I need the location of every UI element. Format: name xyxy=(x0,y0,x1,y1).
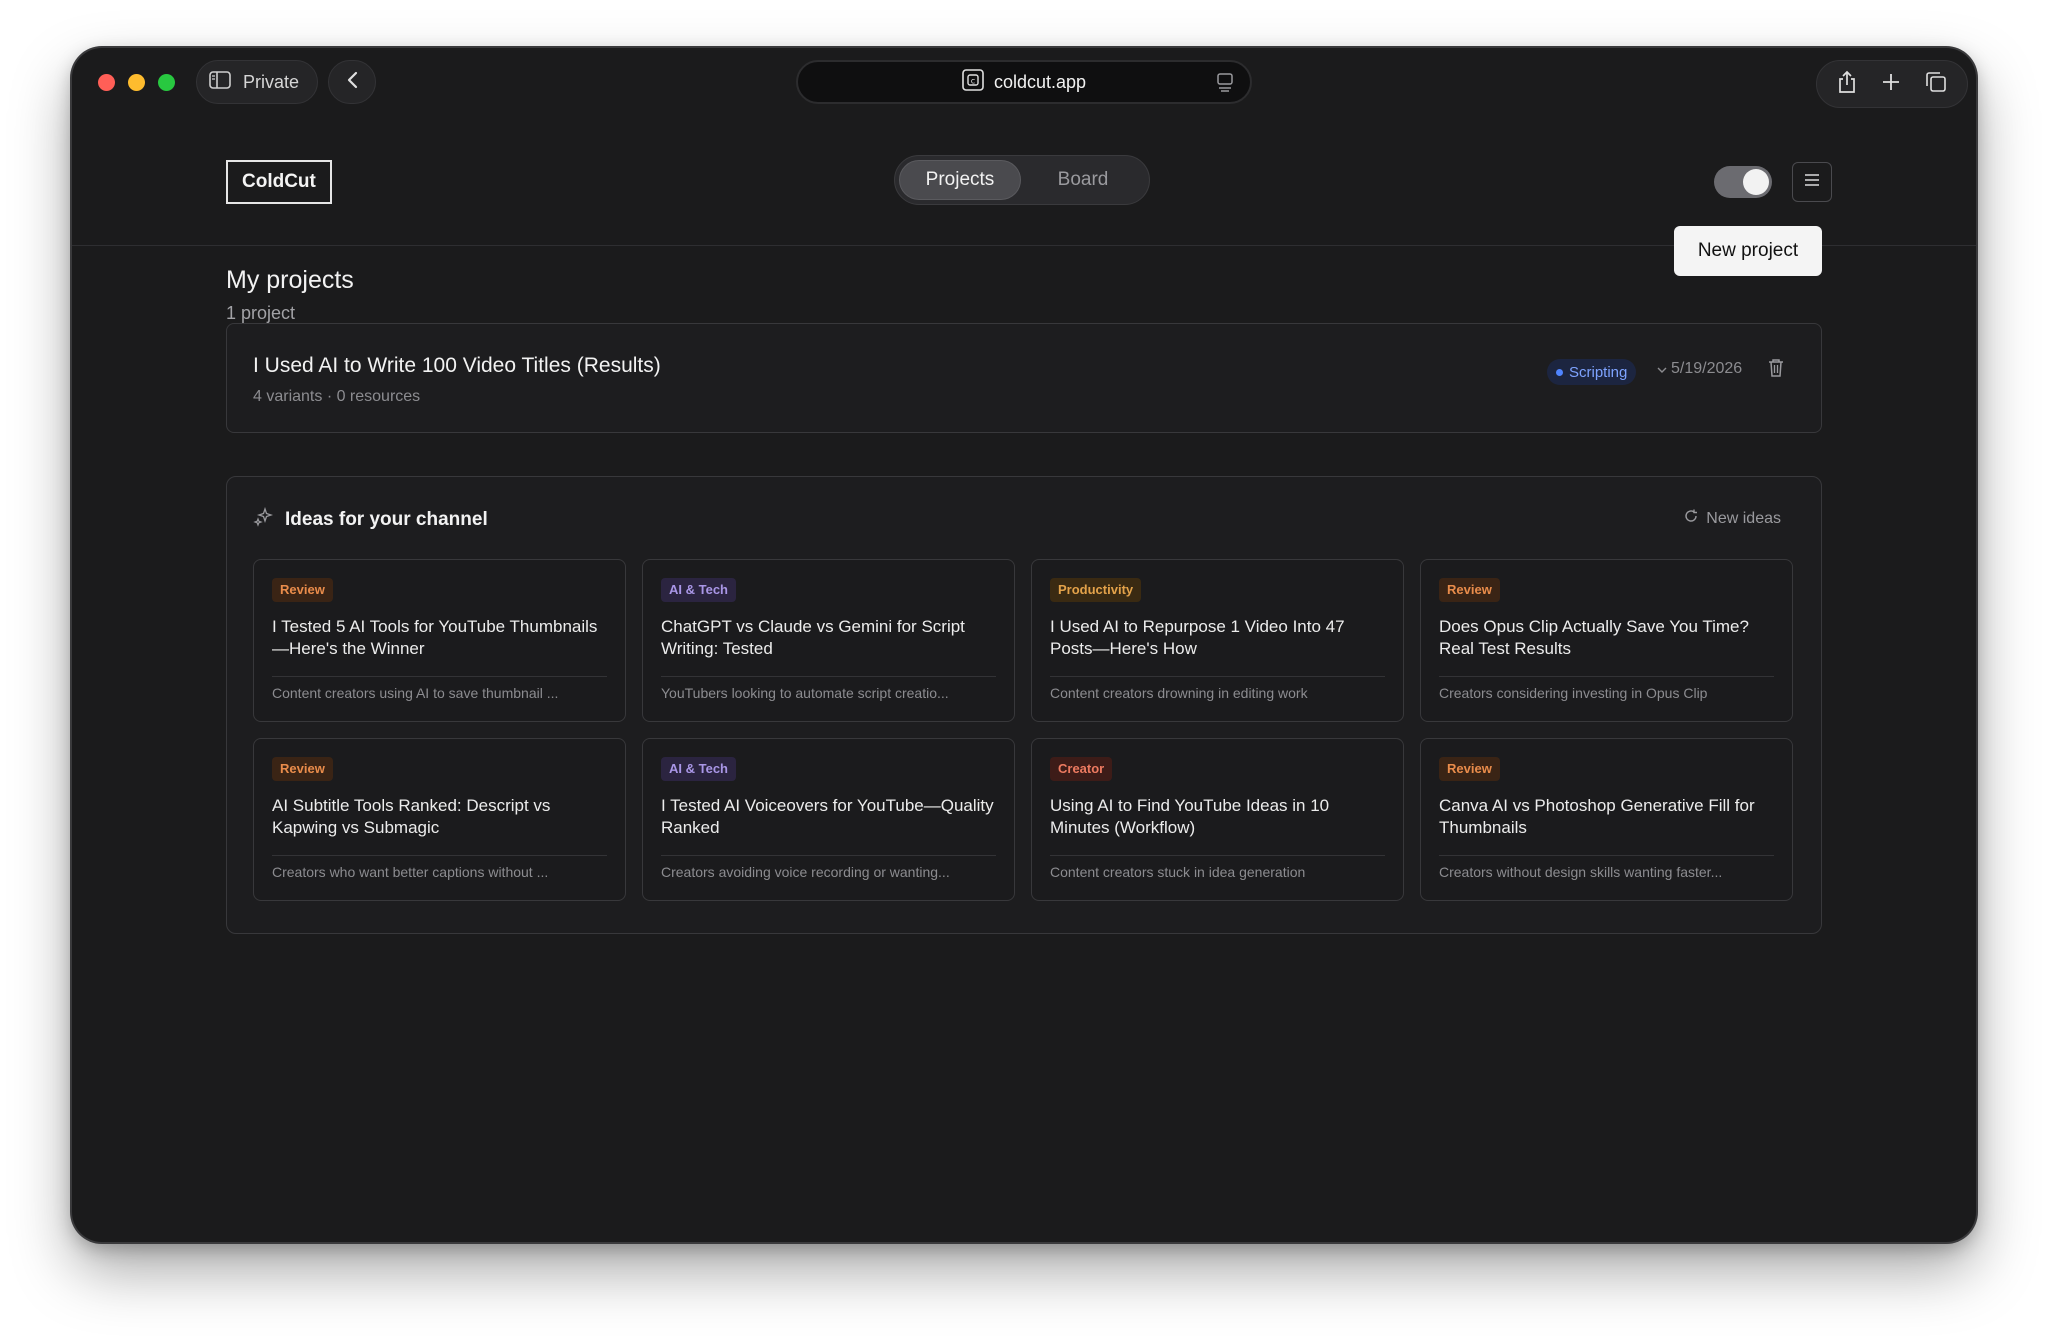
idea-card[interactable]: AI & Tech I Tested AI Voiceovers for You… xyxy=(642,738,1015,901)
idea-audience: Creators without design skills wanting f… xyxy=(1439,864,1723,880)
close-window-button[interactable] xyxy=(98,74,115,91)
view-switcher: Projects Board xyxy=(894,155,1150,205)
status-dot xyxy=(1556,368,1563,376)
idea-title: I Tested AI Voiceovers for YouTube—Quali… xyxy=(661,796,994,837)
status-label: Scripting xyxy=(1569,363,1628,381)
url-text: coldcut.app xyxy=(993,71,1087,92)
idea-title: Does Opus Clip Actually Save You Time? R… xyxy=(1439,617,1749,658)
plus-icon[interactable] xyxy=(1881,72,1901,97)
reader-icon[interactable] xyxy=(1216,72,1234,97)
page-title: My projects xyxy=(226,266,354,294)
browser-window: Private c coldcut.app ColdCut Projects B… xyxy=(72,48,1976,1242)
idea-card[interactable]: AI & Tech ChatGPT vs Claude vs Gemini fo… xyxy=(642,559,1015,722)
category-tag: Review xyxy=(1439,757,1500,781)
idea-card[interactable]: Productivity I Used AI to Repurpose 1 Vi… xyxy=(1031,559,1404,722)
back-button[interactable] xyxy=(328,60,376,104)
idea-title: AI Subtitle Tools Ranked: Descript vs Ka… xyxy=(272,796,551,837)
idea-audience: Creators who want better captions withou… xyxy=(272,864,549,880)
idea-card[interactable]: Creator Using AI to Find YouTube Ideas i… xyxy=(1031,738,1404,901)
sidebar-icon xyxy=(209,70,231,94)
theme-toggle[interactable] xyxy=(1714,166,1772,198)
divider xyxy=(1439,855,1774,856)
divider xyxy=(1050,676,1385,677)
project-count: 1 project xyxy=(226,303,296,323)
idea-audience: Creators avoiding voice recording or wan… xyxy=(661,864,950,880)
idea-card[interactable]: Review Canva AI vs Photoshop Generative … xyxy=(1420,738,1793,901)
divider xyxy=(272,676,607,677)
menu-icon xyxy=(1804,173,1820,192)
idea-title: I Tested 5 AI Tools for YouTube Thumbnai… xyxy=(272,617,598,658)
idea-audience: YouTubers looking to automate script cre… xyxy=(661,685,949,701)
category-tag: AI & Tech xyxy=(661,578,736,602)
project-meta: 4 variants · 0 resources xyxy=(253,388,421,405)
new-project-button[interactable]: New project xyxy=(1674,226,1822,276)
sidebar-private-button[interactable]: Private xyxy=(196,60,318,104)
category-tag: Review xyxy=(272,757,333,781)
zoom-window-button[interactable] xyxy=(158,74,175,91)
category-tag: AI & Tech xyxy=(661,757,736,781)
idea-audience: Content creators drowning in editing wor… xyxy=(1050,685,1308,701)
idea-card[interactable]: Review Does Opus Clip Actually Save You … xyxy=(1420,559,1793,722)
browser-toolbar: Private c coldcut.app xyxy=(72,48,1976,118)
status-badge[interactable]: Scripting xyxy=(1547,359,1637,385)
chevron-down-icon[interactable] xyxy=(1657,362,1667,377)
idea-title: Using AI to Find YouTube Ideas in 10 Min… xyxy=(1050,796,1330,837)
share-icon[interactable] xyxy=(1837,70,1857,99)
idea-title: I Used AI to Repurpose 1 Video Into 47 P… xyxy=(1050,617,1345,658)
trash-icon[interactable] xyxy=(1767,358,1785,383)
project-date: 5/19/2026 xyxy=(1671,360,1743,377)
idea-card[interactable]: Review AI Subtitle Tools Ranked: Descrip… xyxy=(253,738,626,901)
project-card[interactable]: I Used AI to Write 100 Video Titles (Res… xyxy=(226,323,1822,433)
minimize-window-button[interactable] xyxy=(128,74,145,91)
chevron-left-icon xyxy=(346,71,358,94)
new-ideas-label: New ideas xyxy=(1706,509,1781,527)
tab-board[interactable]: Board xyxy=(1025,160,1141,200)
ideas-panel: Ideas for your channel New ideas Review … xyxy=(226,476,1822,934)
idea-audience: Content creators stuck in idea generatio… xyxy=(1050,864,1306,880)
menu-button[interactable] xyxy=(1792,162,1832,202)
idea-title: Canva AI vs Photoshop Generative Fill fo… xyxy=(1439,796,1755,837)
tabs-icon[interactable] xyxy=(1925,71,1947,98)
page-title-block: My projects 1 project xyxy=(226,266,354,324)
project-title[interactable]: I Used AI to Write 100 Video Titles (Res… xyxy=(253,354,661,378)
divider xyxy=(1050,855,1385,856)
private-label: Private xyxy=(243,71,300,92)
idea-title: ChatGPT vs Claude vs Gemini for Script W… xyxy=(661,617,965,658)
sparkles-icon xyxy=(253,506,274,533)
idea-audience: Content creators using AI to save thumbn… xyxy=(272,685,559,701)
tab-projects[interactable]: Projects xyxy=(899,160,1021,200)
idea-audience: Creators considering investing in Opus C… xyxy=(1439,685,1708,701)
ideas-heading: Ideas for your channel xyxy=(285,509,488,530)
refresh-icon xyxy=(1684,509,1698,528)
ideas-grid: Review I Tested 5 AI Tools for YouTube T… xyxy=(253,559,1795,901)
category-tag: Productivity xyxy=(1050,578,1142,602)
logo[interactable]: ColdCut xyxy=(226,160,332,204)
site-icon: c xyxy=(962,68,984,96)
ideas-header: Ideas for your channel xyxy=(253,506,488,533)
divider xyxy=(661,855,996,856)
address-bar[interactable]: c coldcut.app xyxy=(796,60,1252,104)
browser-actions xyxy=(1816,60,1968,108)
category-tag: Review xyxy=(1439,578,1500,602)
divider xyxy=(272,855,607,856)
idea-card[interactable]: Review I Tested 5 AI Tools for YouTube T… xyxy=(253,559,626,722)
category-tag: Review xyxy=(272,578,333,602)
new-ideas-button[interactable]: New ideas xyxy=(1684,509,1781,528)
category-tag: Creator xyxy=(1050,757,1113,781)
svg-text:c: c xyxy=(971,76,975,85)
toggle-knob xyxy=(1743,169,1769,195)
divider xyxy=(661,676,996,677)
divider xyxy=(1439,676,1774,677)
